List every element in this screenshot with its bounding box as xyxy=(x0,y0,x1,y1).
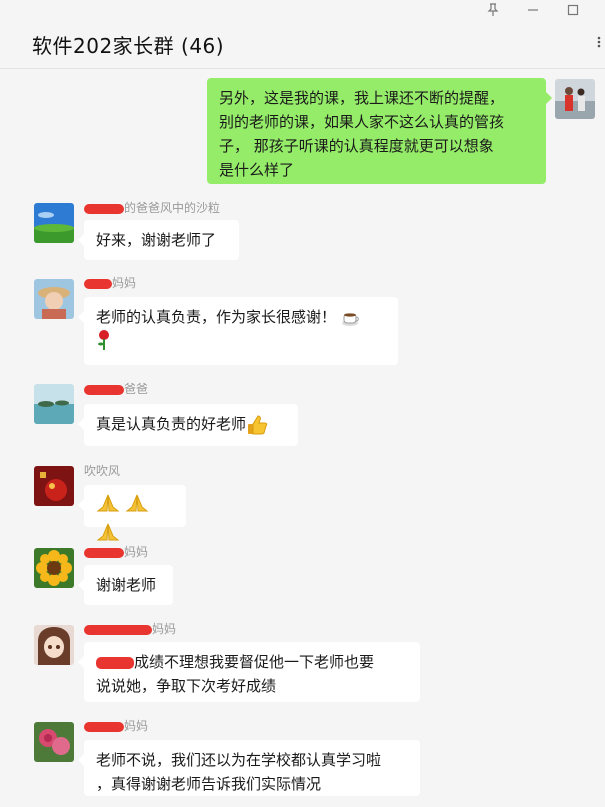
redaction-mark xyxy=(84,203,124,214)
pray-icon xyxy=(96,494,125,519)
pin-icon[interactable] xyxy=(482,3,504,21)
redaction-mark xyxy=(84,624,152,635)
avatar-people-photo[interactable] xyxy=(555,79,595,119)
coffee-icon xyxy=(341,310,361,326)
avatar-sunflower[interactable] xyxy=(34,548,74,588)
avatar-rose[interactable] xyxy=(34,722,74,762)
avatar-lake[interactable] xyxy=(34,384,74,424)
message-bubble-mine[interactable]: 另外，这是我的课，我上课还不断的提醒， 别的老师的课，如果人家不这么认真的管孩 … xyxy=(207,78,552,184)
avatar-girl-hat[interactable] xyxy=(34,279,74,319)
message-bubble[interactable]: 真是认真负责的好老师 xyxy=(78,404,298,446)
message-text: 老师的认真负责，作为家长很感谢！ xyxy=(96,308,337,326)
avatar-landscape[interactable] xyxy=(34,203,74,243)
message-line: 老师不说，我们还以为在学校都认真学习啦 xyxy=(96,751,382,769)
avatar-ornament[interactable] xyxy=(34,466,74,506)
redaction-mark xyxy=(84,384,124,395)
sender-name: 妈妈 xyxy=(84,717,148,734)
redaction-mark xyxy=(96,656,134,669)
message-line: 是什么样了 xyxy=(219,161,295,179)
sender-name: 妈妈 xyxy=(84,620,176,637)
message-bubble[interactable]: 老师不说，我们还以为在学校都认真学习啦 ，真得谢谢老师告诉我们实际情况 xyxy=(78,740,420,796)
thumbs-up-icon xyxy=(246,414,268,436)
message-bubble[interactable]: 成绩不理想我要督促他一下老师也要 说说她，争取下次考好成绩 xyxy=(78,642,420,702)
message-text: 好来，谢谢老师了 xyxy=(96,231,217,249)
redaction-mark xyxy=(84,721,124,732)
message-line: 另外，这是我的课，我上课还不断的提醒， xyxy=(219,89,505,107)
minimize-icon[interactable] xyxy=(522,3,544,21)
message-line: 别的老师的课，如果人家不这么认真的管孩 xyxy=(219,113,505,131)
chat-title: 软件202家长群 (46) xyxy=(32,34,225,58)
message-text: 谢谢老师 xyxy=(96,576,157,594)
message-text: 真是认真负责的好老师 xyxy=(96,415,247,433)
rose-icon xyxy=(96,330,112,355)
sender-name: 吹吹风 xyxy=(84,464,121,478)
emoji-line xyxy=(96,329,386,353)
maximize-icon[interactable] xyxy=(562,3,584,21)
more-icon[interactable] xyxy=(594,34,604,53)
sender-name: 妈妈 xyxy=(84,274,136,291)
message-line: ，真得谢谢老师告诉我们实际情况 xyxy=(96,775,322,793)
chat-window: 软件202家长群 (46) 另外，这是我的课，我上课还不断的提醒， 别的老师的课… xyxy=(0,0,605,807)
sender-name: 妈妈 xyxy=(84,543,148,560)
redaction-mark xyxy=(84,278,112,289)
message-line: 成绩不理想我要督促他一下老师也要 xyxy=(96,650,408,674)
message-bubble[interactable]: 老师的认真负责，作为家长很感谢！ xyxy=(78,297,398,365)
message-bubble[interactable]: 谢谢老师 xyxy=(78,565,173,605)
message-bubble[interactable]: 好来，谢谢老师了 xyxy=(78,220,239,260)
sender-name: 的爸爸风中的沙粒 xyxy=(84,199,220,216)
avatar-anime-girl[interactable] xyxy=(34,625,74,665)
message-line: 子， 那孩子听课的认真程度就更可以想象 xyxy=(219,137,494,155)
title-bar: 软件202家长群 (46) xyxy=(0,0,605,69)
message-line: 说说她，争取下次考好成绩 xyxy=(96,677,277,695)
redaction-mark xyxy=(84,547,124,558)
pray-icon xyxy=(125,494,149,519)
sender-name: 爸爸 xyxy=(84,380,148,397)
message-bubble[interactable] xyxy=(78,485,186,541)
